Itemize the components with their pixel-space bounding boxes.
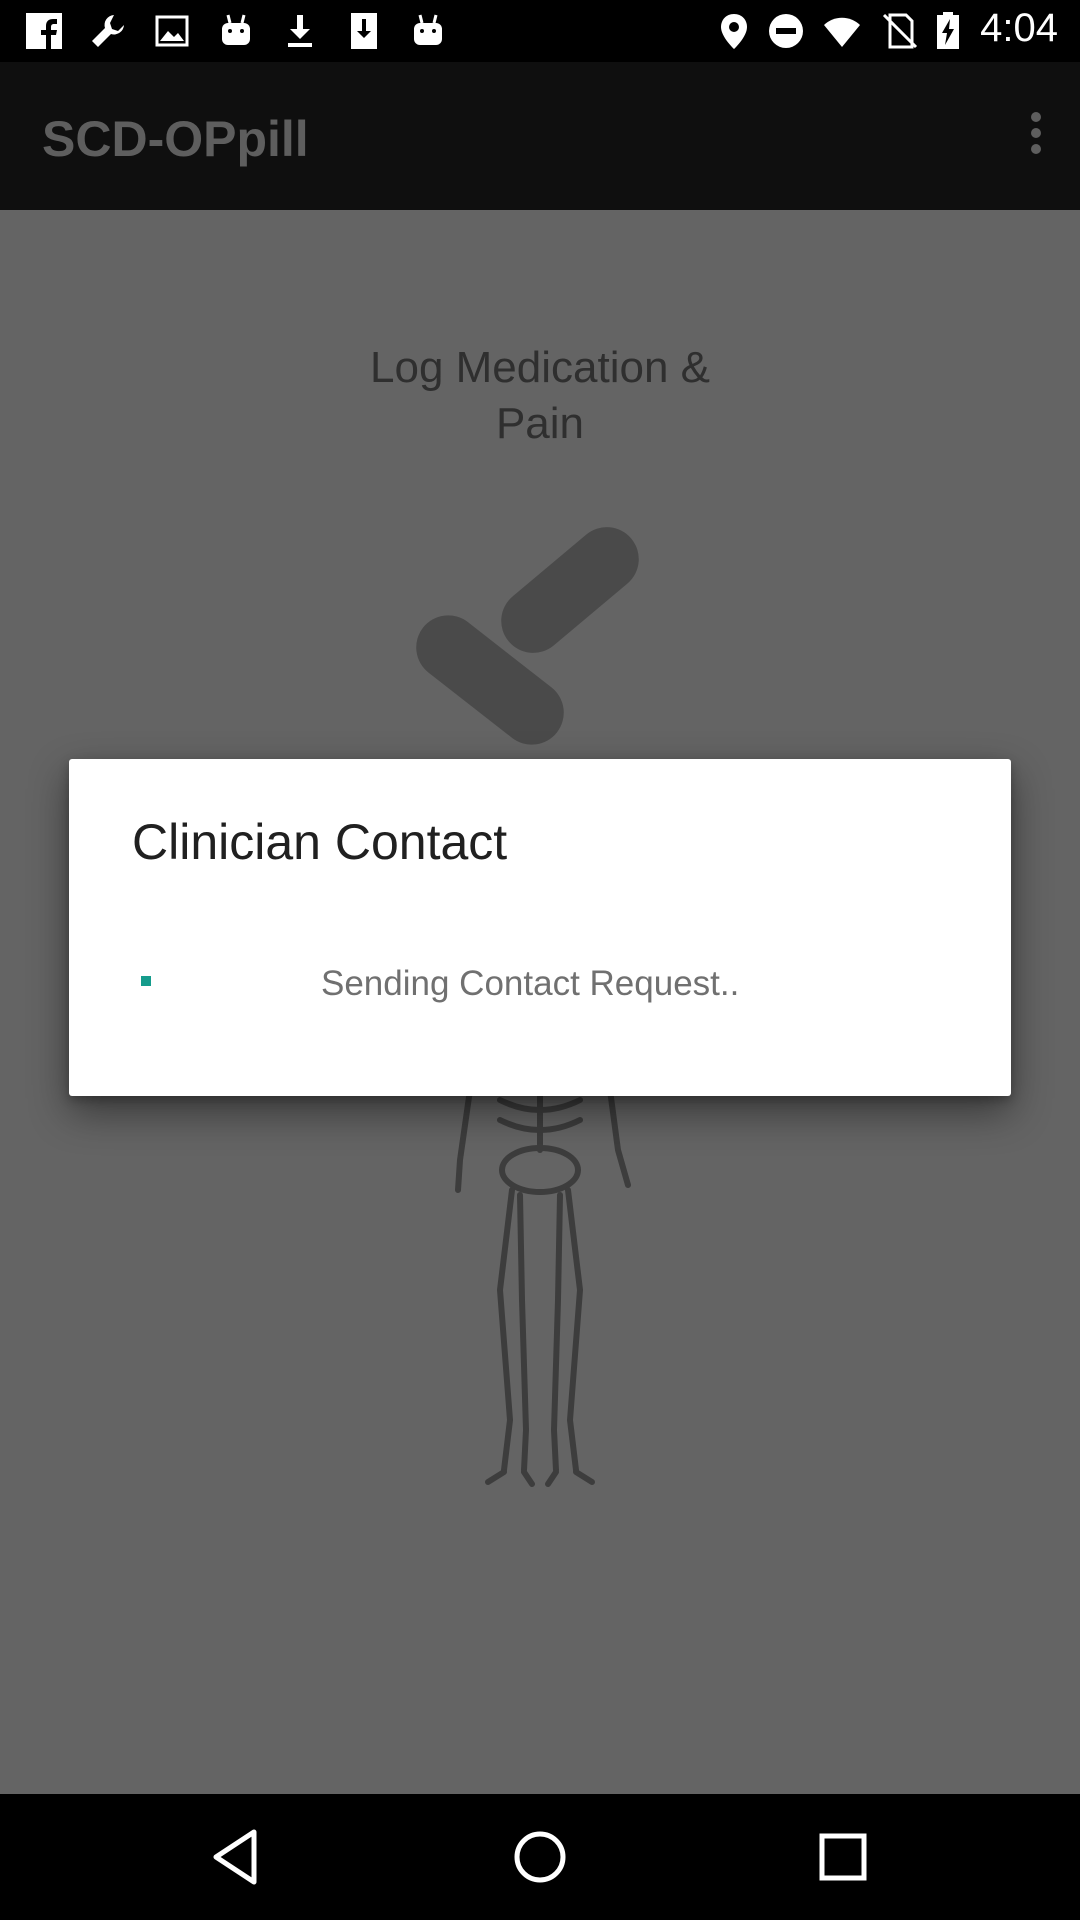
wifi-icon xyxy=(824,17,860,47)
recents-icon[interactable] xyxy=(810,1824,876,1890)
back-icon[interactable] xyxy=(204,1824,270,1890)
home-icon[interactable] xyxy=(507,1824,573,1890)
facebook-icon xyxy=(26,13,62,49)
do-not-disturb-icon xyxy=(769,14,803,48)
log-label-line2: Pain xyxy=(495,399,585,448)
log-medication-pain-label[interactable]: Log Medication & Pain xyxy=(0,340,1080,452)
android-icon xyxy=(222,14,250,45)
dialog-message: Sending Contact Request.. xyxy=(321,964,740,1003)
pills-icon[interactable] xyxy=(400,510,680,770)
clinician-contact-dialog: Clinician Contact Sending Contact Reques… xyxy=(69,759,1011,1096)
download-icon xyxy=(288,15,312,47)
app-bar: SCD-OPpill xyxy=(0,62,1080,210)
more-vert-icon[interactable] xyxy=(1014,106,1058,166)
clock: 4:04 xyxy=(980,6,1058,50)
log-label-line1: Log Medication & xyxy=(370,343,710,392)
dialog-title: Clinician Contact xyxy=(132,814,508,870)
progress-spinner xyxy=(141,976,151,986)
skeleton-icon[interactable] xyxy=(440,1090,640,1560)
no-sim-icon xyxy=(882,13,918,49)
status-bar: 4:04 xyxy=(0,0,1080,62)
download-file-icon xyxy=(351,13,377,49)
battery-charging-icon xyxy=(937,12,959,49)
android-icon xyxy=(414,14,442,45)
image-icon xyxy=(155,15,189,47)
app-title: SCD-OPpill xyxy=(42,111,309,167)
location-icon xyxy=(721,14,747,49)
wrench-icon xyxy=(92,15,124,47)
navigation-bar xyxy=(0,1794,1080,1920)
